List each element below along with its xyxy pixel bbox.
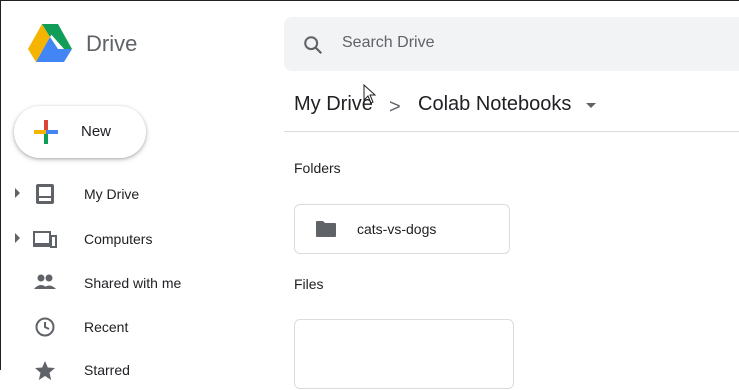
breadcrumb-my-drive[interactable]: My Drive bbox=[294, 93, 373, 116]
sidebar-item-label: Starred bbox=[84, 362, 130, 378]
sidebar-item-label: Shared with me bbox=[84, 275, 182, 291]
search-bar[interactable]: Search Drive bbox=[284, 17, 739, 71]
files-heading: Files bbox=[294, 276, 324, 292]
search-icon[interactable] bbox=[302, 34, 324, 56]
sidebar-item-label: Recent bbox=[84, 319, 129, 335]
my-drive-icon bbox=[36, 184, 54, 204]
expand-arrow-icon[interactable] bbox=[15, 233, 20, 243]
sidebar-item-label: Computers bbox=[84, 231, 153, 247]
folder-name: cats-vs-dogs bbox=[357, 221, 437, 237]
breadcrumb-current-folder[interactable]: Colab Notebooks bbox=[418, 93, 571, 116]
expand-arrow-icon[interactable] bbox=[15, 188, 20, 198]
chevron-down-icon[interactable] bbox=[586, 103, 596, 108]
window-top-border bbox=[0, 0, 739, 1]
shared-icon bbox=[34, 274, 56, 289]
sidebar-item-label: My Drive bbox=[84, 186, 140, 202]
sidebar-item-starred[interactable]: Starred bbox=[0, 350, 270, 390]
clock-icon bbox=[35, 317, 55, 337]
header-divider bbox=[284, 131, 739, 132]
mouse-cursor-icon bbox=[363, 84, 377, 104]
sidebar-item-my-drive[interactable]: My Drive bbox=[0, 174, 270, 214]
sidebar-item-recent[interactable]: Recent bbox=[0, 307, 270, 347]
plus-icon bbox=[34, 120, 58, 144]
computers-icon bbox=[33, 231, 57, 248]
app-brand: Drive bbox=[86, 31, 138, 56]
new-button-label: New bbox=[81, 123, 112, 140]
breadcrumb-separator: > bbox=[389, 96, 401, 118]
search-input[interactable]: Search Drive bbox=[342, 34, 434, 52]
sidebar-item-shared-with-me[interactable]: Shared with me bbox=[0, 263, 270, 303]
folder-card[interactable]: cats-vs-dogs bbox=[294, 204, 510, 254]
folder-icon bbox=[316, 221, 336, 237]
star-icon bbox=[35, 361, 55, 380]
drive-logo-icon[interactable] bbox=[28, 24, 72, 64]
new-button[interactable]: New bbox=[14, 106, 146, 158]
folders-heading: Folders bbox=[294, 160, 341, 176]
file-card[interactable] bbox=[294, 319, 514, 389]
sidebar-item-computers[interactable]: Computers bbox=[0, 219, 270, 259]
